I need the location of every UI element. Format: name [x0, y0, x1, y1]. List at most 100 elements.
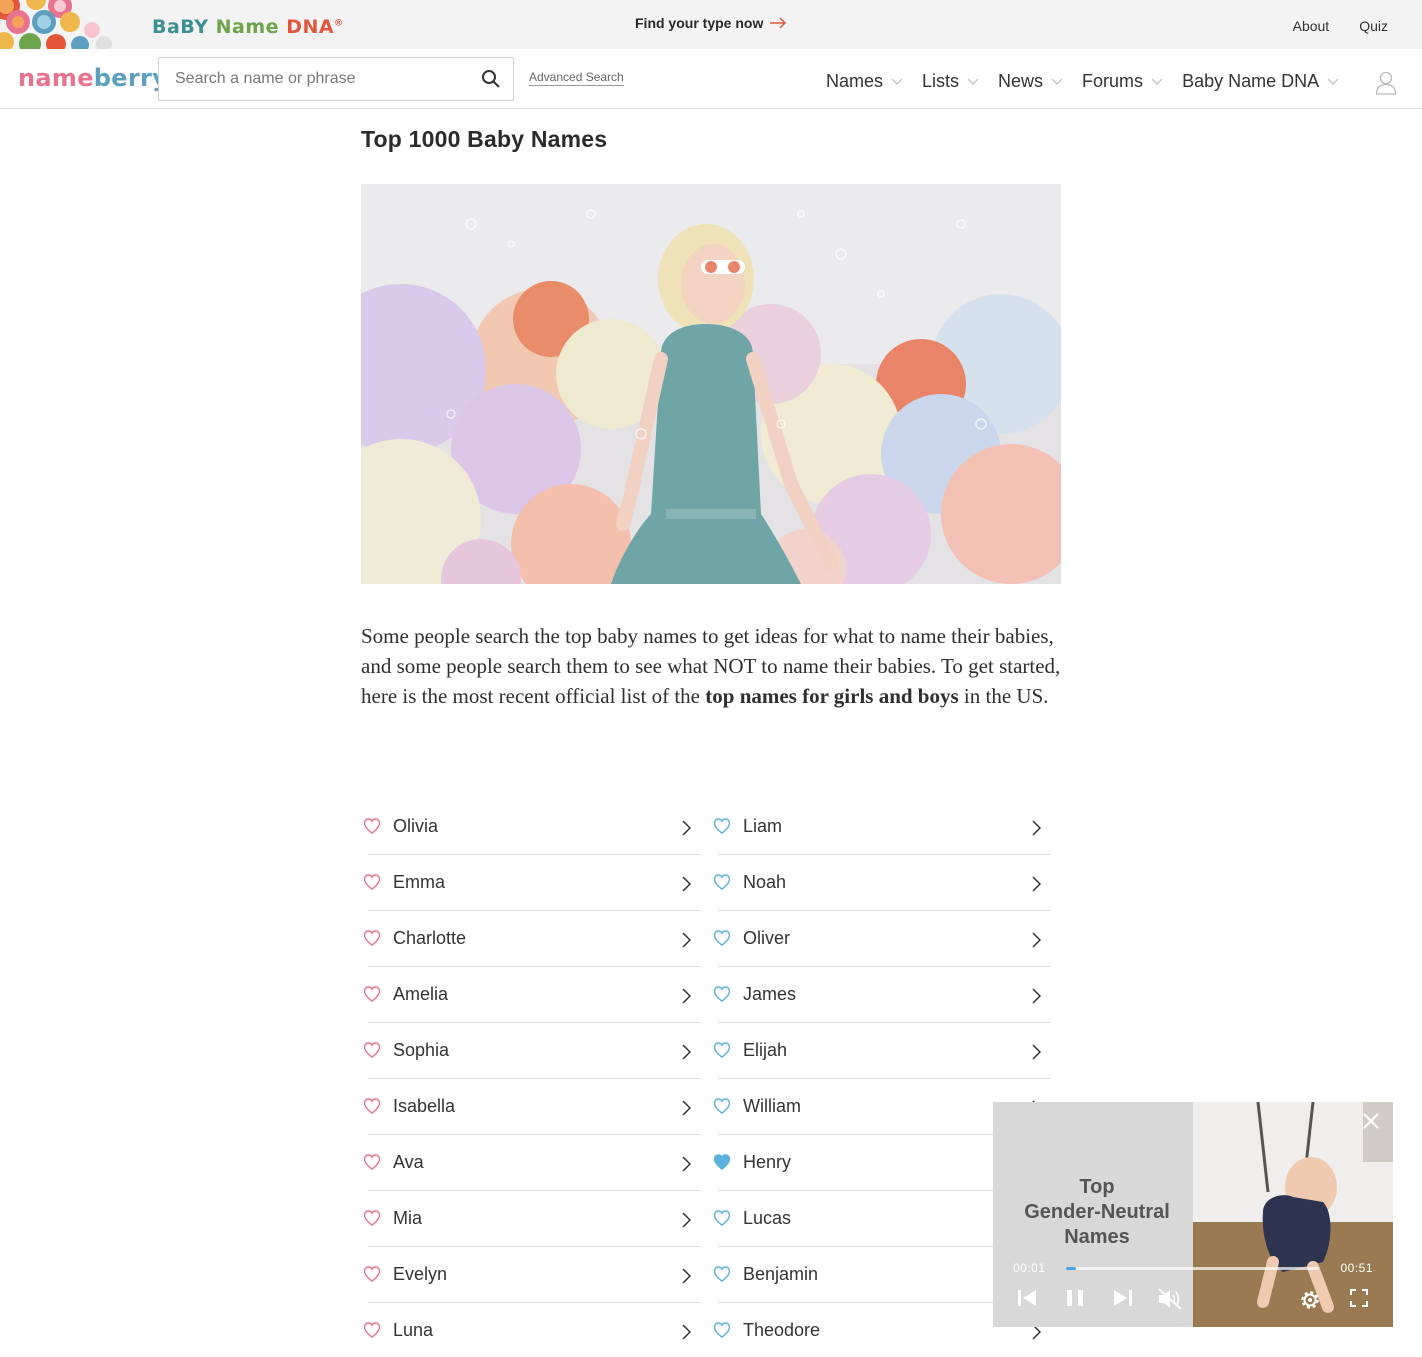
baby-name-dna-brand[interactable]: BaBY Name DNA® — [152, 16, 344, 38]
name-label[interactable]: Elijah — [743, 1040, 787, 1061]
name-row[interactable]: James — [711, 967, 1051, 1023]
chevron-right-icon[interactable] — [681, 1100, 692, 1121]
heart-icon[interactable] — [713, 818, 731, 839]
brand-word-dna: DNA — [286, 16, 335, 38]
name-row[interactable]: Noah — [711, 855, 1051, 911]
name-label[interactable]: Luna — [393, 1320, 433, 1341]
chevron-right-icon[interactable] — [1031, 1044, 1042, 1065]
quiz-link[interactable]: Quiz — [1359, 18, 1388, 34]
name-label[interactable]: Amelia — [393, 984, 448, 1005]
name-row[interactable]: Olivia — [361, 799, 701, 855]
name-label[interactable]: James — [743, 984, 796, 1005]
chevron-right-icon[interactable] — [1031, 932, 1042, 953]
heart-icon[interactable] — [713, 1322, 731, 1343]
name-label[interactable]: Liam — [743, 816, 782, 837]
intro-text-bold[interactable]: top names for girls and boys — [705, 684, 958, 708]
heart-icon[interactable] — [363, 986, 381, 1007]
chevron-right-icon[interactable] — [681, 932, 692, 953]
name-row[interactable]: Amelia — [361, 967, 701, 1023]
heart-icon[interactable] — [363, 1210, 381, 1231]
heart-icon[interactable] — [363, 1322, 381, 1343]
heart-icon[interactable] — [713, 1210, 731, 1231]
chevron-right-icon[interactable] — [681, 876, 692, 897]
nav-names[interactable]: Names — [826, 71, 903, 92]
chevron-down-icon — [967, 78, 979, 85]
chevron-right-icon[interactable] — [681, 988, 692, 1009]
nav-baby-name-dna[interactable]: Baby Name DNA — [1182, 71, 1339, 92]
name-label[interactable]: William — [743, 1096, 801, 1117]
chevron-right-icon[interactable] — [681, 820, 692, 841]
chevron-right-icon[interactable] — [681, 1268, 692, 1289]
heart-icon[interactable] — [713, 1098, 731, 1119]
name-row[interactable]: Evelyn — [361, 1247, 701, 1303]
fullscreen-icon[interactable] — [1349, 1288, 1369, 1308]
search-icon[interactable] — [481, 69, 501, 89]
name-label[interactable]: Ava — [393, 1152, 424, 1173]
name-label[interactable]: Noah — [743, 872, 786, 893]
find-your-type-link[interactable]: Find your type now — [635, 15, 787, 31]
about-link[interactable]: About — [1293, 18, 1330, 34]
heart-icon[interactable] — [713, 1154, 731, 1175]
chevron-right-icon[interactable] — [1031, 988, 1042, 1009]
heart-icon[interactable] — [363, 874, 381, 895]
heart-icon[interactable] — [363, 930, 381, 951]
nav-lists[interactable]: Lists — [922, 71, 979, 92]
chevron-right-icon[interactable] — [681, 1044, 692, 1065]
name-label[interactable]: Olivia — [393, 816, 438, 837]
name-label[interactable]: Mia — [393, 1208, 422, 1229]
advanced-search-link[interactable]: Advanced Search — [529, 70, 624, 86]
girls-names-list: Olivia Emma Charlotte Amelia Sophia Isabella A… — [361, 799, 701, 1357]
name-row[interactable]: Charlotte — [361, 911, 701, 967]
heart-icon[interactable] — [363, 818, 381, 839]
name-label[interactable]: Charlotte — [393, 928, 466, 949]
heart-icon[interactable] — [363, 1266, 381, 1287]
name-row[interactable]: Isabella — [361, 1079, 701, 1135]
name-label[interactable]: Lucas — [743, 1208, 791, 1229]
chevron-right-icon[interactable] — [1031, 1324, 1042, 1345]
muted-speaker-icon[interactable] — [1157, 1288, 1183, 1310]
close-icon[interactable] — [1363, 1113, 1379, 1129]
name-row[interactable]: Elijah — [711, 1023, 1051, 1079]
chevron-right-icon[interactable] — [1031, 876, 1042, 897]
name-label[interactable]: Sophia — [393, 1040, 449, 1061]
name-label[interactable]: Evelyn — [393, 1264, 447, 1285]
name-row[interactable]: Liam — [711, 799, 1051, 855]
heart-icon[interactable] — [713, 1266, 731, 1287]
video-progress-bar[interactable] — [1066, 1267, 1319, 1270]
skip-next-icon[interactable] — [1113, 1288, 1133, 1308]
heart-icon[interactable] — [713, 930, 731, 951]
video-title-line: Names — [1064, 1226, 1130, 1248]
name-label[interactable]: Oliver — [743, 928, 790, 949]
name-label[interactable]: Isabella — [393, 1096, 455, 1117]
name-label[interactable]: Theodore — [743, 1320, 820, 1341]
name-row[interactable]: Oliver — [711, 911, 1051, 967]
chevron-right-icon[interactable] — [681, 1324, 692, 1345]
pause-icon[interactable] — [1065, 1288, 1085, 1308]
skip-previous-icon[interactable] — [1017, 1288, 1037, 1308]
search-input[interactable] — [160, 59, 460, 99]
name-label[interactable]: Henry — [743, 1152, 791, 1173]
name-label[interactable]: Benjamin — [743, 1264, 818, 1285]
heart-icon[interactable] — [363, 1098, 381, 1119]
heart-icon[interactable] — [713, 874, 731, 895]
nav-news[interactable]: News — [998, 71, 1063, 92]
name-row[interactable]: Mia — [361, 1191, 701, 1247]
video-player[interactable]: Top Gender-Neutral Names 00:01 00:51 — [993, 1102, 1393, 1327]
name-row[interactable]: Emma — [361, 855, 701, 911]
heart-icon[interactable] — [363, 1154, 381, 1175]
chevron-right-icon[interactable] — [681, 1212, 692, 1233]
nav-forums[interactable]: Forums — [1082, 71, 1163, 92]
heart-icon[interactable] — [713, 1042, 731, 1063]
chevron-down-icon — [1051, 78, 1063, 85]
settings-gear-icon[interactable] — [1298, 1288, 1322, 1312]
name-row[interactable]: Sophia — [361, 1023, 701, 1079]
heart-icon[interactable] — [713, 986, 731, 1007]
nameberry-logo[interactable]: nameberry — [18, 64, 168, 92]
name-row[interactable]: Ava — [361, 1135, 701, 1191]
chevron-right-icon[interactable] — [681, 1156, 692, 1177]
heart-icon[interactable] — [363, 1042, 381, 1063]
name-row[interactable]: Luna — [361, 1303, 701, 1357]
chevron-right-icon[interactable] — [1031, 820, 1042, 841]
user-account-icon[interactable] — [1375, 71, 1397, 95]
name-label[interactable]: Emma — [393, 872, 445, 893]
